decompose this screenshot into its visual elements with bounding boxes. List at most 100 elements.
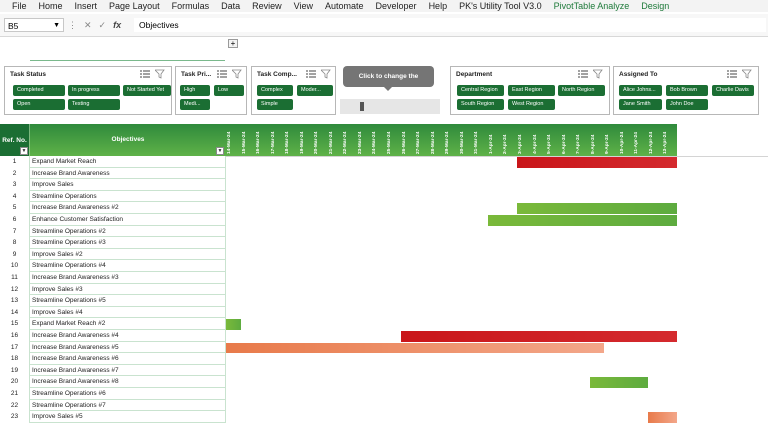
slicer-button[interactable]: Low <box>214 85 244 96</box>
objective-cell[interactable]: Improve Sales <box>29 179 226 191</box>
objective-cell[interactable]: Expand Market Reach <box>29 156 226 168</box>
enter-icon[interactable]: ✓ <box>99 18 107 32</box>
slicer-button[interactable]: Moder... <box>297 85 333 96</box>
table-row[interactable]: 18 Increase Brand Awareness #6 <box>0 353 226 365</box>
objective-cell[interactable]: Increase Brand Awareness #7 <box>29 364 226 377</box>
cancel-icon[interactable]: ✕ <box>84 18 92 32</box>
table-row[interactable]: 23 Improve Sales #5 <box>0 411 226 423</box>
timeline-header[interactable]: Click to change the <box>343 66 434 87</box>
table-row[interactable]: 22 Streamline Operations #7 <box>0 399 226 412</box>
multi-select-icon[interactable] <box>727 69 737 79</box>
menu-item[interactable]: Review <box>252 0 282 12</box>
slicer-button[interactable]: High <box>180 85 210 96</box>
clear-filter-icon[interactable] <box>321 69 331 79</box>
table-row[interactable]: 16 Increase Brand Awareness #4 <box>0 330 226 342</box>
timeline-scrollbar[interactable] <box>340 99 440 114</box>
clear-filter-icon[interactable] <box>742 69 752 79</box>
slicer-button[interactable]: Alice Johns... <box>619 85 662 96</box>
menu-item[interactable]: Help <box>429 0 448 12</box>
menu-item[interactable]: Insert <box>75 0 98 12</box>
table-row[interactable]: 2 Increase Brand Awareness <box>0 167 226 180</box>
slicer-button[interactable]: In progress <box>68 85 120 96</box>
table-row[interactable]: 21 Streamline Operations #6 <box>0 388 226 400</box>
slicer-button[interactable]: North Region <box>558 85 605 96</box>
objective-cell[interactable]: Increase Brand Awareness <box>29 167 226 180</box>
slicer-button[interactable]: Complex <box>257 85 293 96</box>
slicer-button[interactable]: South Region <box>457 99 504 110</box>
objective-cell[interactable]: Streamline Operations #7 <box>29 399 226 412</box>
objective-cell[interactable]: Improve Sales #2 <box>29 248 226 261</box>
objective-cell[interactable]: Increase Brand Awareness #8 <box>29 376 226 388</box>
slicer-button[interactable]: Not Started Yet <box>123 85 171 96</box>
more-icon[interactable]: ⋮ <box>68 18 77 32</box>
objective-cell[interactable]: Increase Brand Awareness #5 <box>29 341 226 354</box>
table-row[interactable]: 12 Improve Sales #3 <box>0 283 226 296</box>
chevron-down-icon[interactable]: ▼ <box>53 19 60 33</box>
table-row[interactable]: 19 Increase Brand Awareness #7 <box>0 364 226 377</box>
filter-dropdown-icon[interactable]: ▼ <box>20 147 28 155</box>
slicer-button[interactable]: Completed <box>13 85 65 96</box>
slicer-button[interactable]: John Doe <box>666 99 708 110</box>
objective-cell[interactable]: Expand Market Reach #2 <box>29 318 226 330</box>
table-row[interactable]: 3 Improve Sales <box>0 179 226 191</box>
slicer-button[interactable]: Central Region <box>457 85 504 96</box>
slicer-button[interactable]: West Region <box>508 99 555 110</box>
objective-cell[interactable]: Increase Brand Awareness #2 <box>29 202 226 214</box>
menu-item[interactable]: PivotTable Analyze <box>554 0 630 12</box>
objective-cell[interactable]: Increase Brand Awareness #4 <box>29 330 226 342</box>
menu-item[interactable]: View <box>294 0 313 12</box>
menu-item[interactable]: PK's Utility Tool V3.0 <box>459 0 542 12</box>
multi-select-icon[interactable] <box>578 69 588 79</box>
slicer-button[interactable]: Charlie Davis <box>712 85 754 96</box>
objective-cell[interactable]: Streamline Operations #4 <box>29 260 226 272</box>
menu-item[interactable]: Formulas <box>172 0 210 12</box>
slicer-button[interactable]: East Region <box>508 85 555 96</box>
menu-item[interactable]: File <box>12 0 27 12</box>
slicer-button[interactable]: Testing <box>68 99 120 110</box>
clear-filter-icon[interactable] <box>232 69 242 79</box>
menu-item[interactable]: Home <box>39 0 63 12</box>
menu-item[interactable]: Automate <box>325 0 364 12</box>
table-row[interactable]: 13 Streamline Operations #5 <box>0 295 226 307</box>
name-box[interactable]: B5 ▼ <box>4 18 64 32</box>
objective-cell[interactable]: Improve Sales #4 <box>29 306 226 319</box>
menu-item[interactable]: Developer <box>376 0 417 12</box>
timeline-scroll-thumb[interactable] <box>360 102 364 111</box>
expand-button[interactable]: + <box>228 39 238 48</box>
clear-filter-icon[interactable] <box>155 69 165 79</box>
menu-item[interactable]: Design <box>641 0 669 12</box>
table-row[interactable]: 14 Improve Sales #4 <box>0 306 226 319</box>
table-row[interactable]: 6 Enhance Customer Satisfaction <box>0 214 226 226</box>
table-row[interactable]: 4 Streamline Operations <box>0 190 226 203</box>
slicer-button[interactable]: Medi... <box>180 99 210 110</box>
menu-item[interactable]: Page Layout <box>109 0 160 12</box>
objective-cell[interactable]: Streamline Operations #3 <box>29 237 226 249</box>
slicer-button[interactable]: Jane Smith <box>619 99 662 110</box>
table-row[interactable]: 17 Increase Brand Awareness #5 <box>0 341 226 354</box>
table-row[interactable]: 8 Streamline Operations #3 <box>0 237 226 249</box>
objective-cell[interactable]: Increase Brand Awareness #6 <box>29 353 226 365</box>
table-row[interactable]: 20 Increase Brand Awareness #8 <box>0 376 226 388</box>
objective-cell[interactable]: Streamline Operations #2 <box>29 225 226 238</box>
objective-cell[interactable]: Enhance Customer Satisfaction <box>29 214 226 226</box>
filter-dropdown-icon[interactable]: ▼ <box>216 147 224 155</box>
multi-select-icon[interactable] <box>217 69 227 79</box>
slicer-button[interactable]: Simple <box>257 99 293 110</box>
function-icon[interactable]: fx <box>113 18 121 32</box>
objective-cell[interactable]: Streamline Operations <box>29 190 226 203</box>
slicer-button[interactable]: Bob Brown <box>666 85 708 96</box>
table-row[interactable]: 7 Streamline Operations #2 <box>0 225 226 238</box>
table-row[interactable]: 1 Expand Market Reach <box>0 156 226 168</box>
objective-cell[interactable]: Streamline Operations #6 <box>29 388 226 400</box>
multi-select-icon[interactable] <box>140 69 150 79</box>
table-row[interactable]: 9 Improve Sales #2 <box>0 248 226 261</box>
slicer-button[interactable]: Open <box>13 99 65 110</box>
objective-cell[interactable]: Improve Sales #3 <box>29 283 226 296</box>
multi-select-icon[interactable] <box>306 69 316 79</box>
clear-filter-icon[interactable] <box>593 69 603 79</box>
table-row[interactable]: 15 Expand Market Reach #2 <box>0 318 226 330</box>
menu-item[interactable]: Data <box>221 0 240 12</box>
formula-input[interactable]: Objectives <box>134 18 766 32</box>
objective-cell[interactable]: Increase Brand Awareness #3 <box>29 272 226 284</box>
objective-cell[interactable]: Improve Sales #5 <box>29 411 226 423</box>
